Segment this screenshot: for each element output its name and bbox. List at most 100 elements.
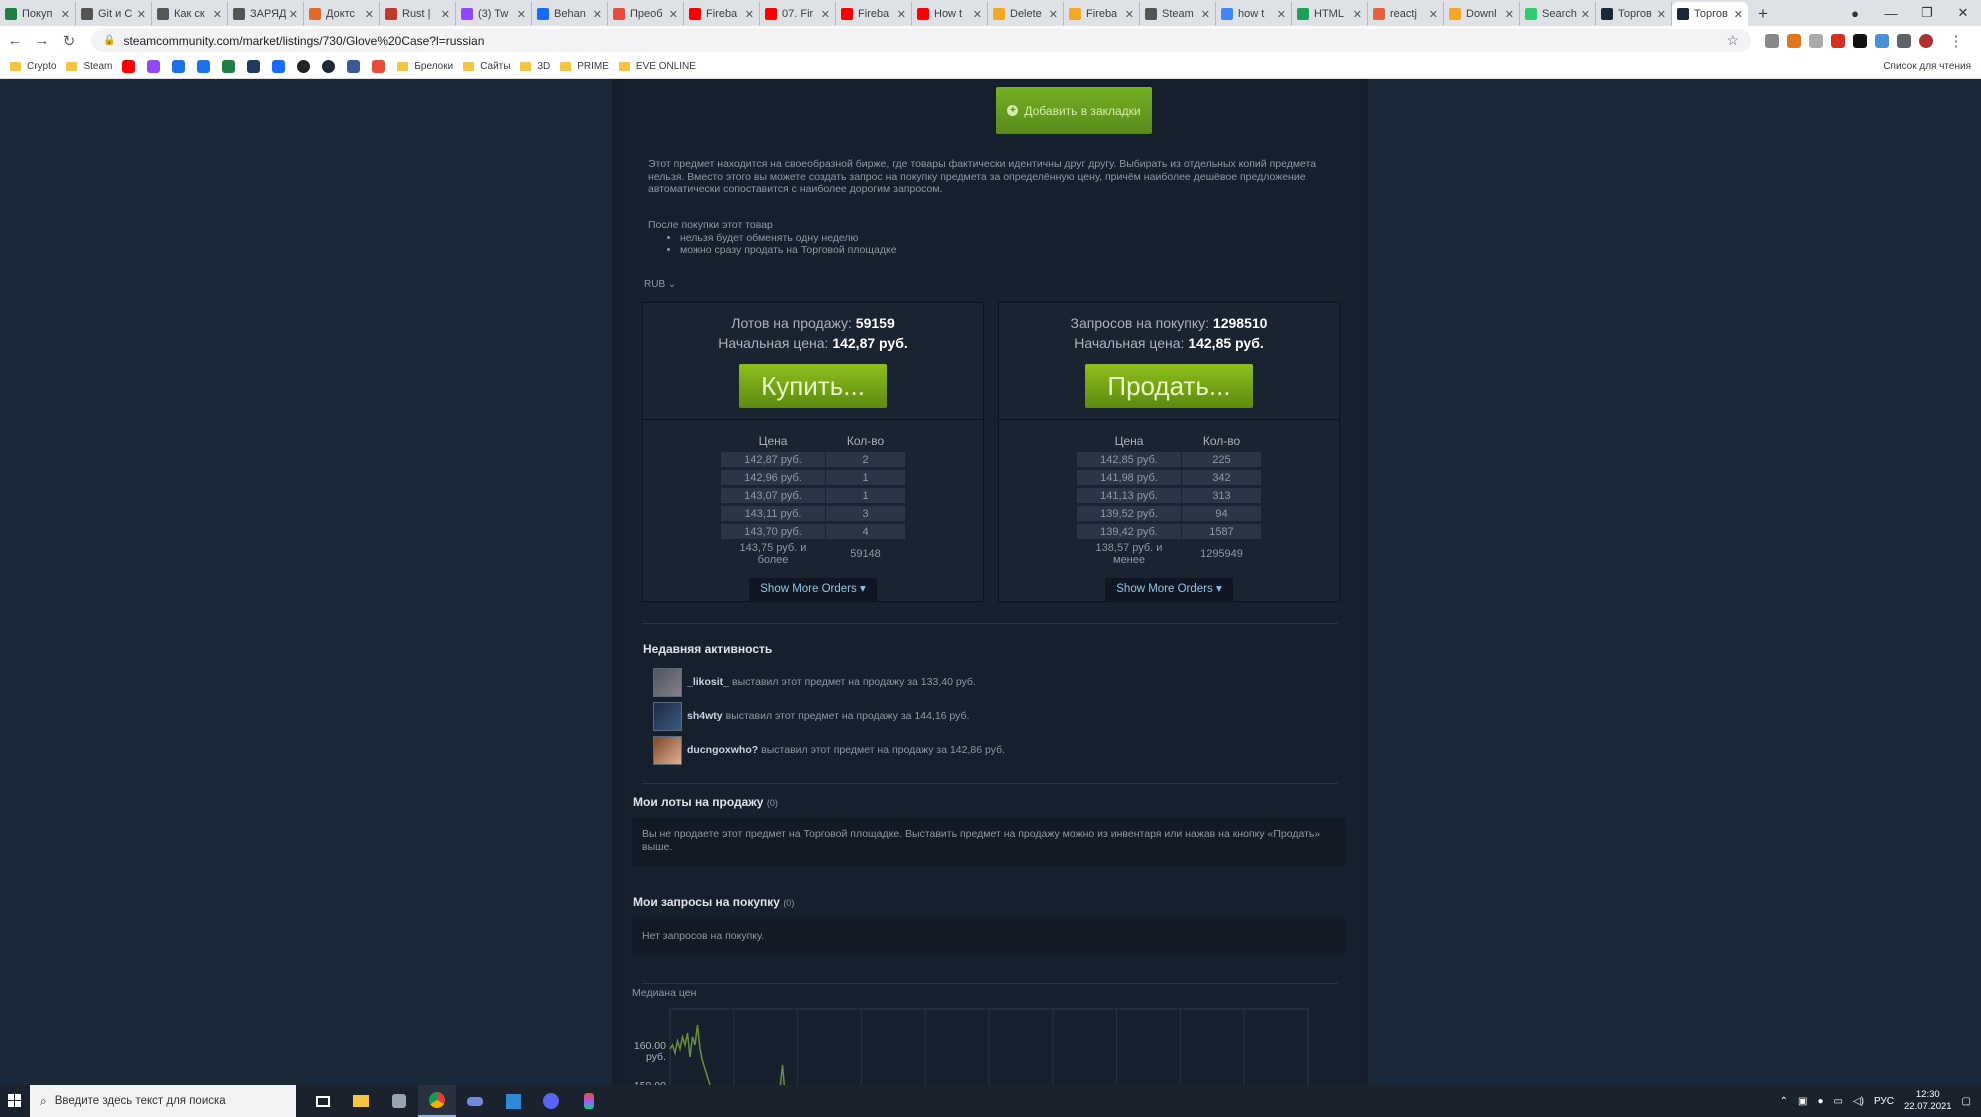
extension-icon[interactable] [1853,33,1867,48]
steam-icon[interactable] [322,60,336,73]
browser-tab[interactable]: how t ✕ [1216,2,1292,26]
tab-close-icon[interactable]: ✕ [593,8,602,21]
volume-icon[interactable]: ◁) [1853,1096,1864,1107]
tab-close-icon[interactable]: ✕ [821,8,830,21]
youtube-icon[interactable] [122,60,136,73]
network-icon[interactable]: ▭ [1833,1096,1842,1107]
activity-user[interactable]: _likosit_ [687,676,729,688]
browser-tab[interactable]: Покуп ✕ [0,2,76,26]
browser-tab[interactable]: Торгов ✕ [1672,2,1748,26]
bookmark-sites[interactable]: Сайты [463,61,510,72]
chevron-up-icon[interactable]: ⌃ [1780,1096,1788,1107]
tab-close-icon[interactable]: ✕ [1201,8,1210,21]
browser-tab[interactable]: Downl ✕ [1444,2,1520,26]
language-indicator[interactable]: РУС [1874,1096,1894,1107]
browser-tab[interactable]: HTML ✕ [1292,2,1368,26]
bookmark-3d[interactable]: 3D [520,61,550,72]
tab-close-icon[interactable]: ✕ [61,8,70,21]
browser-tab[interactable]: Fireba ✕ [1064,2,1140,26]
tab-close-icon[interactable]: ✕ [745,8,754,21]
tray-icon[interactable]: ▣ [1798,1096,1807,1107]
start-button[interactable] [0,1094,30,1108]
close-window-button[interactable]: ✕ [1945,5,1981,21]
avatar[interactable] [653,735,682,765]
chrome-icon[interactable] [418,1085,456,1117]
menu-icon[interactable]: ⋮ [1944,32,1968,50]
tab-close-icon[interactable]: ✕ [973,8,982,21]
reading-list[interactable]: Список для чтения [1883,61,1971,72]
browser-tab[interactable]: Fireba ✕ [836,2,912,26]
tab-close-icon[interactable]: ✕ [1505,8,1514,21]
show-more-orders-button[interactable]: Show More Orders ▾ [1105,578,1233,601]
avatar-icon[interactable] [1919,33,1933,48]
file-explorer-icon[interactable] [342,1085,380,1117]
bookmark-icon[interactable] [172,60,186,73]
price-chart-svg[interactable]: 160.00руб.150.00руб. [632,1005,1346,1085]
browser-tab[interactable]: Behan ✕ [532,2,608,26]
bookmark-star-icon[interactable]: ☆ [1726,32,1739,49]
notifications-icon[interactable]: ▢ [1962,1096,1971,1107]
browser-tab[interactable]: Delete ✕ [988,2,1064,26]
bookmark-crypto[interactable]: Crypto [10,61,56,72]
browser-tab[interactable]: Steam ✕ [1140,2,1216,26]
browser-tab[interactable]: 07. Fir ✕ [760,2,836,26]
discord-icon[interactable] [532,1085,570,1117]
tab-close-icon[interactable]: ✕ [669,8,678,21]
activity-user[interactable]: sh4wty [687,710,723,722]
tab-close-icon[interactable]: ✕ [897,8,906,21]
address-bar[interactable]: 🔒 steamcommunity.com/market/listings/730… [91,29,1751,52]
tab-close-icon[interactable]: ✕ [1657,8,1666,21]
browser-tab[interactable]: Преоб ✕ [608,2,684,26]
bookmark-icon[interactable] [347,60,361,73]
vscode-icon[interactable] [494,1085,532,1117]
tab-close-icon[interactable]: ✕ [137,8,146,21]
currency-select[interactable]: RUB ⌄ [644,279,676,290]
minimize-button[interactable]: — [1873,6,1909,21]
tab-close-icon[interactable]: ✕ [441,8,450,21]
browser-tab[interactable]: Торгов ✕ [1596,2,1672,26]
extension-icon[interactable] [1875,33,1889,48]
tab-close-icon[interactable]: ✕ [289,8,298,21]
tab-close-icon[interactable]: ✕ [213,8,222,21]
figma-icon[interactable] [570,1085,608,1117]
back-icon[interactable]: ← [3,32,27,49]
tab-close-icon[interactable]: ✕ [1277,8,1286,21]
task-view-icon[interactable] [304,1085,342,1117]
buy-button[interactable]: Купить... [739,364,887,408]
taskbar-search[interactable]: ⌕ Введите здесь текст для поиска [30,1085,296,1117]
bookmark-icon[interactable] [372,60,386,73]
tab-close-icon[interactable]: ✕ [365,8,374,21]
tab-close-icon[interactable]: ✕ [517,8,526,21]
browser-tab[interactable]: Как ск ✕ [152,2,228,26]
tab-close-icon[interactable]: ✕ [1049,8,1058,21]
reload-icon[interactable]: ↻ [57,32,81,50]
sell-button[interactable]: Продать... [1085,364,1253,408]
new-tab-button[interactable]: + [1748,2,1778,26]
tab-close-icon[interactable]: ✕ [1581,8,1590,21]
app-icon[interactable] [456,1085,494,1117]
bookmark-eve-online[interactable]: EVE ONLINE [618,61,696,72]
behance-icon[interactable] [272,60,286,73]
browser-tab[interactable]: Fireba ✕ [684,2,760,26]
github-icon[interactable] [297,60,311,73]
bookmark-keychains[interactable]: Брелоки [397,61,453,72]
excel-icon[interactable] [222,60,236,73]
mail-icon[interactable] [197,60,211,73]
twitch-icon[interactable] [147,60,161,73]
forward-icon[interactable]: → [30,32,54,49]
abp-icon[interactable] [1831,33,1845,48]
tab-close-icon[interactable]: ✕ [1353,8,1362,21]
avatar[interactable] [653,667,682,697]
bookmark-steam[interactable]: Steam [66,61,112,72]
avatar[interactable] [653,701,682,731]
show-more-orders-button[interactable]: Show More Orders ▾ [749,578,877,601]
browser-tab[interactable]: Search ✕ [1520,2,1596,26]
bookmark-prime[interactable]: PRIME [560,61,609,72]
restore-button[interactable]: ❐ [1909,5,1945,21]
puzzle-icon[interactable] [1897,33,1911,48]
tab-close-icon[interactable]: ✕ [1429,8,1438,21]
browser-tab[interactable]: Rust | ✕ [380,2,456,26]
metamask-icon[interactable] [1787,33,1801,48]
profile-icon[interactable]: ● [1837,6,1873,21]
app-icon[interactable] [380,1085,418,1117]
